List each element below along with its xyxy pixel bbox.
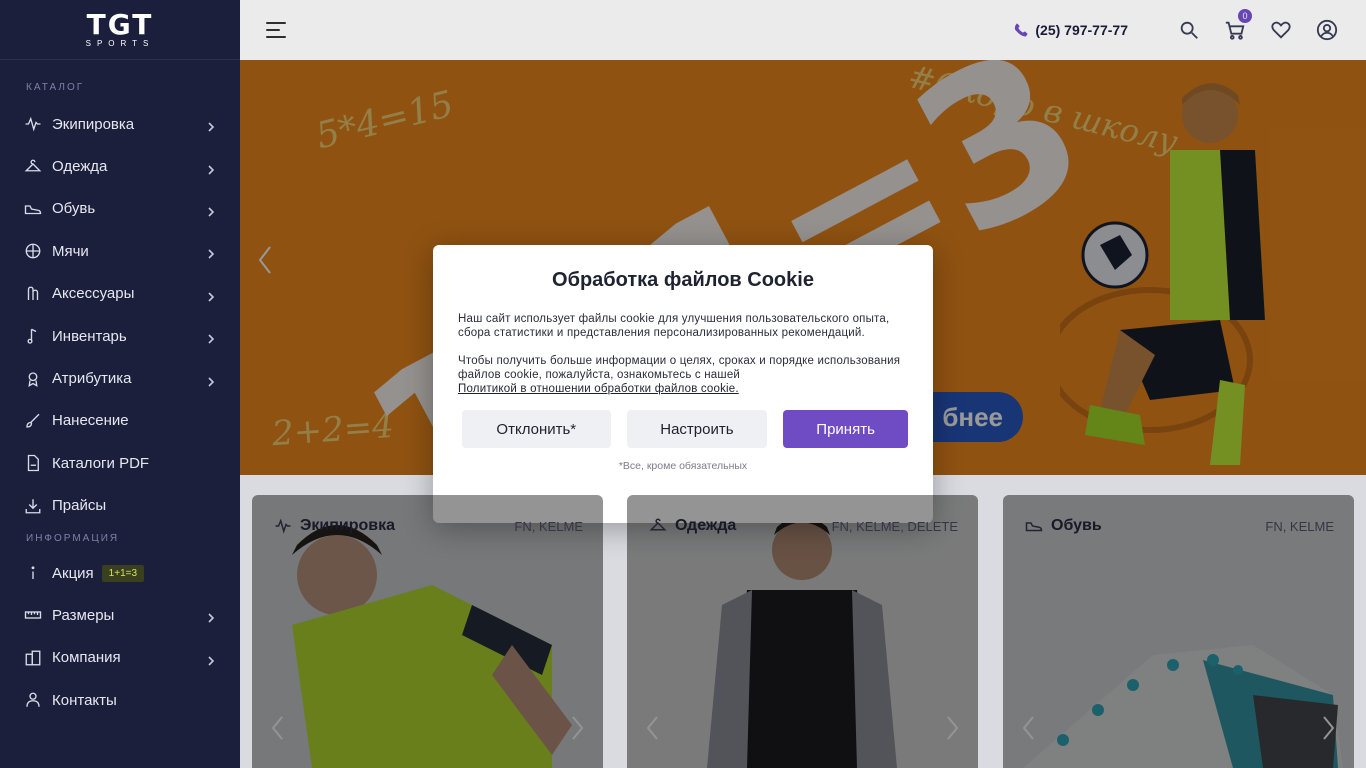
chevron-right-icon: [206, 289, 216, 302]
modal-footnote: *Все, кроме обязательных: [618, 460, 748, 472]
sidebar-item-label: Каталоги PDF: [52, 454, 150, 472]
sidebar-item-label: Компания: [52, 649, 121, 667]
chevron-right-icon: [206, 246, 216, 259]
sidebar-item-shoes[interactable]: Обувь: [0, 188, 240, 230]
ball-icon: [24, 242, 42, 260]
pulse-icon: [24, 115, 42, 133]
chevron-right-icon: [206, 610, 216, 624]
sidebar-item-accessories[interactable]: Аксессуары: [0, 273, 240, 315]
category-cards: Экипировка FN, KELME Одежда FN, KELME, D…: [252, 495, 1354, 768]
chevron-right-icon: [206, 374, 216, 387]
modal-paragraph: Наш сайт использует файлы cookie для улу…: [458, 313, 890, 339]
accessories-icon: [24, 285, 42, 303]
sidebar-item-label: Прайсы: [52, 497, 107, 515]
medal-icon: [24, 370, 42, 388]
chevron-right-icon: [206, 653, 216, 666]
modal-title: Обработка файлов Cookie: [552, 269, 814, 291]
inventory-icon: [24, 327, 42, 345]
category-card-shoes[interactable]: Обувь FN, KELME: [1003, 495, 1354, 768]
cookie-consent-modal: Обработка файлов Cookie Наш сайт использ…: [433, 245, 933, 523]
sidebar-item-label: Инвентарь: [52, 327, 127, 345]
pdf-icon: [24, 454, 42, 472]
building-icon: [24, 649, 42, 667]
logo[interactable]: TGT SPORTS: [0, 0, 240, 60]
sidebar-item-clothing[interactable]: Одежда: [0, 145, 240, 187]
contacts-icon: [24, 691, 42, 709]
chevron-right-icon: [206, 119, 216, 132]
sidebar-item-label: Атрибутика: [52, 370, 132, 388]
section-label-info: ИНФОРМАЦИЯ: [26, 532, 120, 544]
sidebar-item-sizes[interactable]: Размеры: [0, 594, 240, 636]
chevron-right-icon: [206, 204, 216, 217]
logo-text: TGT: [86, 7, 154, 41]
sidebar-item-company[interactable]: Компания: [0, 637, 240, 679]
category-card-clothing[interactable]: Одежда FN, KELME, DELETE: [627, 495, 978, 768]
hanger-icon: [24, 158, 42, 176]
brush-icon: [24, 412, 42, 430]
catalog-nav: Экипировка Одежда Обувь Мячи Аксессуары …: [0, 103, 240, 527]
sidebar-item-contacts[interactable]: Контакты: [0, 679, 240, 721]
sidebar-item-label: Аксессуары: [52, 285, 135, 303]
sidebar-item-pdf-catalogs[interactable]: Каталоги PDF: [0, 442, 240, 484]
card-dim-overlay: [1003, 495, 1354, 768]
sidebar-item-label: Контакты: [52, 691, 117, 709]
ruler-icon: [24, 606, 42, 624]
info-icon: [24, 564, 42, 582]
sidebar-item-label: Нанесение: [52, 412, 129, 430]
sidebar-item-inventory[interactable]: Инвентарь: [0, 315, 240, 357]
settings-button[interactable]: Настроить: [626, 410, 768, 448]
chevron-right-icon: [206, 162, 216, 175]
sidebar-item-label: Обувь: [52, 200, 96, 218]
sidebar-item-promo[interactable]: Акция 1+1=3: [0, 552, 240, 594]
sidebar-item-label: Одежда: [52, 158, 108, 176]
accept-button[interactable]: Принять: [783, 410, 908, 448]
sidebar-item-label: Акция: [52, 564, 94, 582]
sidebar-item-balls[interactable]: Мячи: [0, 230, 240, 272]
info-nav: Акция 1+1=3 Размеры Компания Контакты: [0, 552, 240, 722]
sidebar-item-prices[interactable]: Прайсы: [0, 485, 240, 527]
sidebar-item-label: Размеры: [52, 606, 115, 624]
sidebar-item-attributes[interactable]: Атрибутика: [0, 357, 240, 399]
sidebar-item-label: Мячи: [52, 242, 89, 260]
sidebar-item-printing[interactable]: Нанесение: [0, 400, 240, 442]
modal-paragraph-text: Чтобы получить больше информации о целях…: [458, 355, 901, 381]
modal-paragraph: Чтобы получить больше информации о целях…: [458, 354, 908, 396]
promo-badge: 1+1=3: [101, 564, 145, 582]
card-dim-overlay: [627, 495, 978, 768]
modal-actions: Отклонить* Настроить Принять: [458, 410, 908, 448]
chevron-right-icon: [206, 331, 216, 344]
shoe-icon: [24, 200, 42, 218]
section-label-catalog: КАТАЛОГ: [26, 82, 85, 93]
category-card-equipment[interactable]: Экипировка FN, KELME: [252, 495, 603, 768]
sidebar: TGT SPORTS КАТАЛОГ Экипировка Одежда Обу…: [0, 0, 240, 768]
download-icon: [24, 497, 42, 515]
sidebar-item-label: Экипировка: [52, 115, 135, 133]
cookie-policy-link[interactable]: Политикой в отношении обработки файлов c…: [458, 383, 739, 395]
logo-subtext: SPORTS: [85, 38, 155, 48]
card-dim-overlay: [252, 495, 603, 768]
modal-body: Наш сайт использует файлы cookie для улу…: [458, 312, 908, 396]
decline-button[interactable]: Отклонить*: [462, 410, 611, 448]
sidebar-item-equipment[interactable]: Экипировка: [0, 103, 240, 145]
